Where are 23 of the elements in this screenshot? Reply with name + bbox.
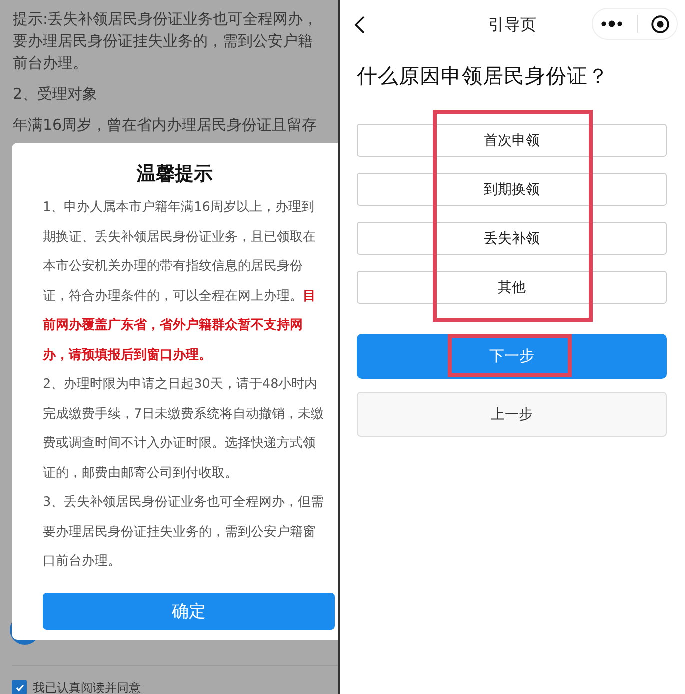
page-text: 年满16周岁，曾在省内办理居民身份证且留存 [13, 115, 318, 136]
page-text: 2、受理对象 [13, 84, 99, 105]
page-text: 要办理居民身份证挂失业务的，需到公安户籍 [13, 31, 314, 52]
capsule-menu[interactable] [592, 8, 678, 40]
question-heading: 什么原因申领居民身份证？ [356, 63, 610, 90]
option-button[interactable]: 首次申领 [357, 124, 667, 157]
notice-paragraph: 3、丢失补领居民身份证业务也可全程网办，但需要办理居民身份证挂失业务的，需到公安户籍窗口前台办理。 [43, 494, 326, 571]
close-icon[interactable] [651, 14, 670, 34]
option-button[interactable]: 到期换领 [357, 173, 667, 206]
notice-paragraph: 1、申办人属本市户籍年满16周岁以上，办理到期换证、丢失补领居民身份证业务，且已领取在本市公安机关办理的带有指纹信息的居民身份证，符合办理条件的，可以全程在网上办理。目前网办覆盖广东省，省外户籍群众暂不支持网办，请预填报后到窗口办理。 [43, 199, 317, 364]
agreement-label: 我已认真阅读并同意 [33, 680, 141, 694]
checkmark-icon [14, 682, 24, 692]
notice-paragraph: 2、办理时限为申请之日起30天，请于48小时内完成缴费手续，7日未缴费系统将自动撤销，未缴费或调查时间不计入办证时限。选择快递方式领证的，邮费由邮寄公司到付收取。 [43, 376, 326, 482]
agreement-checkbox[interactable] [12, 680, 27, 694]
more-icon[interactable] [600, 20, 624, 28]
option-button[interactable]: 其他 [357, 271, 667, 304]
dialog-title: 温馨提示 [136, 162, 214, 187]
previous-button[interactable]: 上一步 [357, 392, 667, 437]
page-title: 引导页 [488, 14, 538, 36]
back-icon[interactable] [354, 15, 366, 35]
option-button[interactable]: 丢失补领 [357, 222, 667, 255]
page-text: 提示:丢失补领居民身份证业务也可全程网办， [13, 9, 320, 30]
page-text: 前台办理。 [13, 53, 89, 74]
